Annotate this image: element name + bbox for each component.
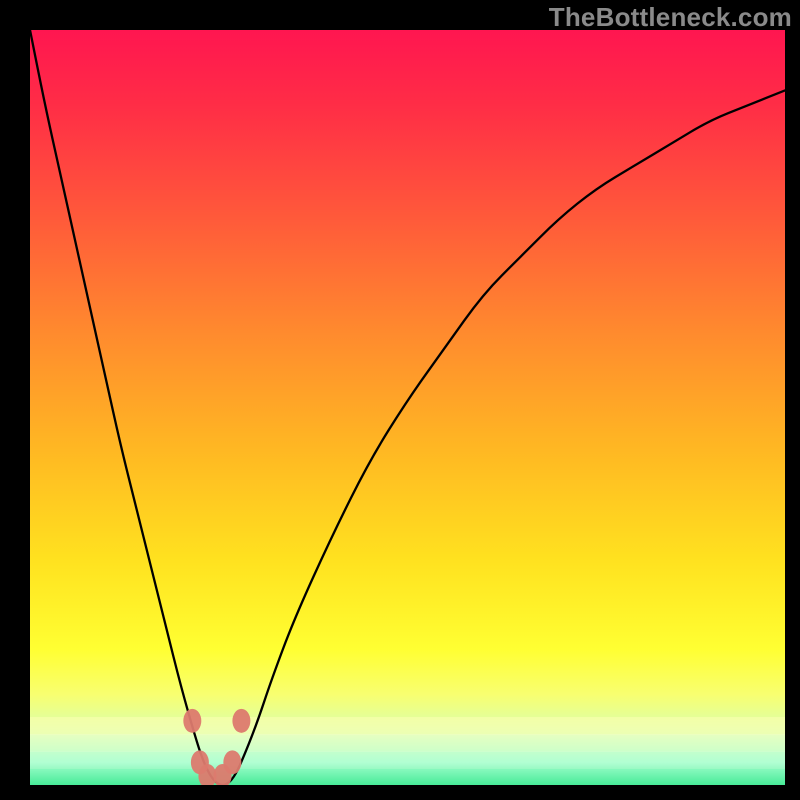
watermark-label: TheBottleneck.com: [549, 2, 792, 33]
bottleneck-chart: [30, 30, 785, 785]
chart-frame: TheBottleneck.com: [0, 0, 800, 800]
safe-band: [30, 717, 785, 785]
plot-area: [30, 30, 785, 785]
